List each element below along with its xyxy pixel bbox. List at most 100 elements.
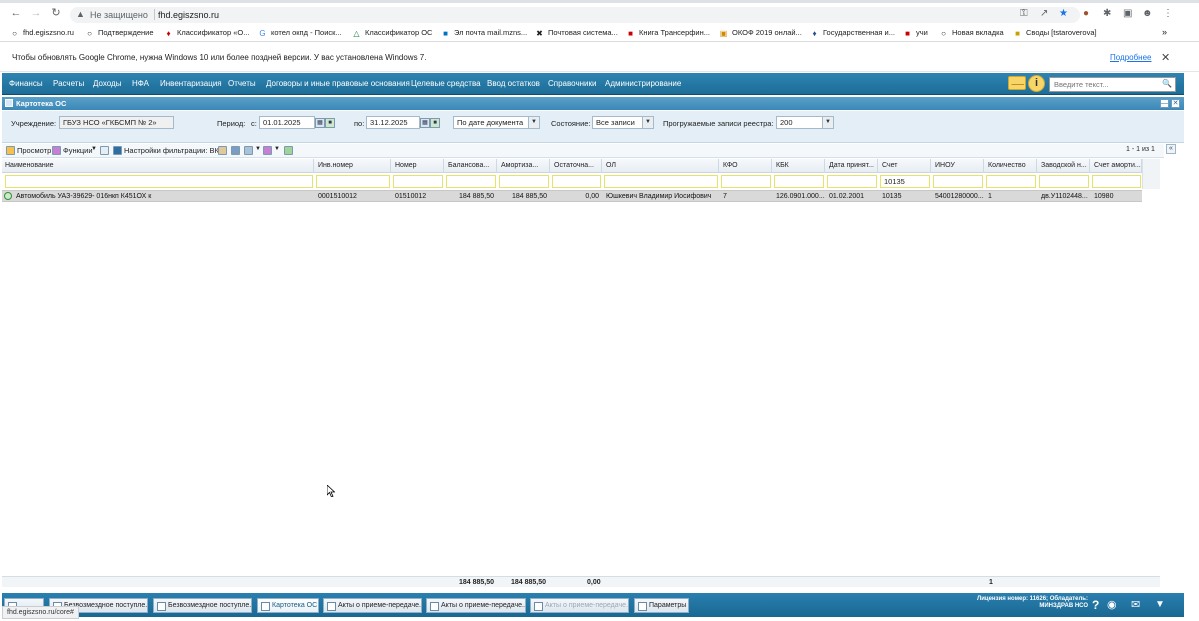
filter-kfo-input[interactable] [721, 175, 771, 188]
menu-item-calculations[interactable]: Расчеты [53, 79, 84, 88]
bookmark-item[interactable]: ■ Книга Трансерфин... [626, 27, 710, 38]
filter-inou-input[interactable] [933, 175, 983, 188]
task-button[interactable]: Акты о приеме-передаче... [426, 598, 526, 613]
menu-item-inventory[interactable]: Инвентаризация [160, 79, 222, 88]
filter-date-input[interactable] [827, 175, 877, 188]
filter-number-input[interactable] [393, 175, 443, 188]
menu-item-nfa[interactable]: НФА [132, 79, 149, 88]
bookmark-star-icon[interactable]: ★ [1059, 9, 1068, 19]
bookmark-item[interactable]: ✖ Почтовая система... [535, 27, 618, 38]
menu-kebab-icon[interactable]: ⋮ [1163, 9, 1173, 19]
date-mode-select[interactable]: По дате документа [453, 116, 540, 129]
column-header-serial[interactable]: Заводской н... [1038, 159, 1090, 173]
column-header-amort[interactable]: Амортиза... [498, 159, 550, 173]
state-select[interactable]: Все записи [592, 116, 654, 129]
bookmark-item[interactable]: ♦ Классификатор «О... [164, 27, 249, 38]
extensions-puzzle-icon[interactable]: ✱ [1103, 9, 1111, 19]
task-button-active[interactable]: Картотека ОС [257, 598, 319, 613]
functions-button[interactable]: Функции [63, 146, 93, 155]
column-header-inv[interactable]: Инв.номер [315, 159, 391, 173]
export-dropdown-icon[interactable]: ▼ [255, 146, 261, 152]
date-action-icon[interactable]: ■ [325, 118, 335, 128]
infobar-more-link[interactable]: Подробнее [1110, 53, 1152, 62]
envelope-icon[interactable] [1008, 76, 1026, 90]
url-text[interactable]: fhd.egiszsno.ru [158, 10, 219, 20]
column-header-kbk[interactable]: КБК [773, 159, 825, 173]
task-button[interactable]: Акты о приеме-передаче... [530, 598, 629, 613]
bookmark-item[interactable]: ■ Эл почта mail.mzns... [441, 27, 527, 38]
task-button[interactable]: Акты о приеме-передаче... [323, 598, 422, 613]
edit-icon[interactable] [218, 146, 227, 155]
filter-inv-input[interactable] [316, 175, 390, 188]
filter-serial-input[interactable] [1039, 175, 1089, 188]
info-icon[interactable]: i [1028, 75, 1045, 92]
menu-item-reports[interactable]: Отчеты [228, 79, 256, 88]
settings-icon[interactable] [263, 146, 272, 155]
column-header-balance[interactable]: Балансова... [445, 159, 497, 173]
help-icon[interactable]: ? [1092, 598, 1099, 612]
view-button[interactable]: Просмотр [17, 146, 51, 155]
task-button[interactable]: Безвозмездное поступле... [153, 598, 252, 613]
filter-settings-button[interactable]: Настройки фильтрации: ВКЛ [124, 146, 224, 155]
period-to-input[interactable]: 31.12.2025 [366, 116, 420, 129]
calendar-icon[interactable]: ▦ [315, 118, 325, 128]
bookmark-item[interactable]: ■ учи [903, 27, 928, 38]
filter-residual-input[interactable] [552, 175, 601, 188]
mail-icon[interactable]: ✉ [1131, 598, 1140, 612]
refresh-icon[interactable] [284, 146, 293, 155]
filter-kbk-input[interactable] [774, 175, 824, 188]
menu-item-directories[interactable]: Справочники [548, 79, 596, 88]
close-window-icon[interactable]: ✕ [1171, 99, 1180, 108]
column-header-date[interactable]: Дата принят... [826, 159, 878, 173]
task-button[interactable]: Параметры [634, 598, 689, 613]
column-header-account[interactable]: Счет [879, 159, 931, 173]
column-header-inou[interactable]: ИНОУ [932, 159, 984, 173]
column-header-number[interactable]: Номер [392, 159, 444, 173]
settings-dropdown-icon[interactable]: ▼ [274, 146, 280, 152]
reload-icon[interactable]: ↻ [50, 7, 62, 19]
menu-item-target-funds[interactable]: Целевые средства [411, 79, 481, 88]
calendar-icon[interactable]: ▦ [420, 118, 430, 128]
list-icon[interactable] [100, 146, 109, 155]
table-row[interactable]: Автомобиль УАЗ-39629- 016нкп К451ОХ к 00… [2, 190, 1142, 202]
bookmark-item[interactable]: ○ fhd.egiszsno.ru [10, 27, 74, 38]
column-header-amort-account[interactable]: Счет аморти... [1091, 159, 1142, 173]
bookmark-item[interactable]: ○ Подтверждение [85, 27, 153, 38]
profile-icon[interactable]: ☻ [1142, 9, 1153, 19]
menu-search-input[interactable] [1050, 78, 1158, 91]
search-icon[interactable]: 🔍 [1162, 79, 1172, 88]
security-label[interactable]: Не защищено [90, 10, 148, 20]
filter-qty-input[interactable] [986, 175, 1036, 188]
more-bookmarks-button[interactable]: » [1162, 27, 1167, 38]
column-header-name[interactable]: Наименование [2, 159, 314, 173]
filter-name-input[interactable] [5, 175, 313, 188]
filter-balance-input[interactable] [446, 175, 496, 188]
date-action-icon[interactable]: ■ [430, 118, 440, 128]
back-arrow-icon[interactable]: ← [10, 7, 22, 19]
extension-avatar-icon[interactable]: ● [1083, 9, 1089, 19]
collapse-panel-icon[interactable]: « [1166, 144, 1176, 154]
side-panel-icon[interactable]: ▣ [1123, 9, 1132, 19]
url-bar[interactable]: ▲ Не защищено fhd.egiszsno.ru [70, 7, 1080, 23]
period-from-input[interactable]: 01.01.2025 [259, 116, 315, 129]
column-header-qty[interactable]: Количество [985, 159, 1037, 173]
functions-dropdown-icon[interactable]: ▼ [91, 146, 97, 152]
minimize-icon[interactable]: — [1160, 99, 1169, 108]
menu-item-finance[interactable]: Финансы [9, 79, 43, 88]
expand-down-icon[interactable]: ▼ [1155, 598, 1165, 612]
menu-item-contracts[interactable]: Договоры и иные правовые основания [266, 79, 410, 88]
key-icon[interactable]: ⚿ [1020, 9, 1028, 19]
bookmark-item[interactable]: ♦ Государственная и... [810, 27, 895, 38]
filter-amort-account-input[interactable] [1092, 175, 1141, 188]
bookmark-item[interactable]: △ Классификатор ОС [352, 27, 432, 38]
camera-icon[interactable]: ◉ [1107, 598, 1117, 612]
menu-item-income[interactable]: Доходы [93, 79, 121, 88]
share-icon[interactable]: ↗ [1040, 9, 1048, 19]
bookmark-item[interactable]: ○ Новая вкладка [939, 27, 1004, 38]
bookmark-item[interactable]: Gкотел окпд - Поиск... [258, 27, 341, 38]
bookmark-item[interactable]: ■ Своды [tstaroverova] [1013, 27, 1097, 38]
bookmark-item[interactable]: ▣ ОКОФ 2019 онлай... [719, 27, 802, 38]
export-icon[interactable] [244, 146, 253, 155]
column-header-kfo[interactable]: КФО [720, 159, 772, 173]
column-header-ol[interactable]: ОЛ [603, 159, 719, 173]
